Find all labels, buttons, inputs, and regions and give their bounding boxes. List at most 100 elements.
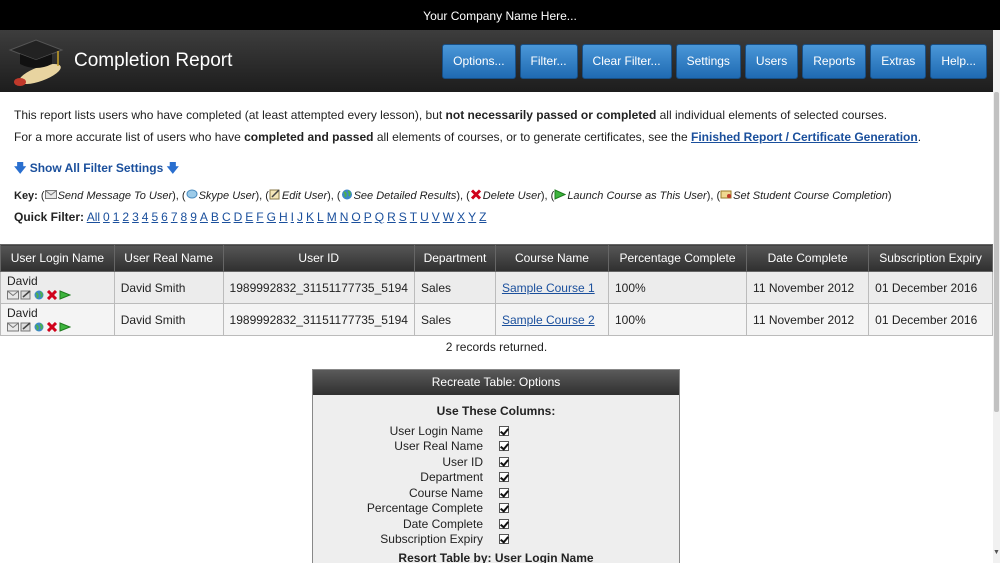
course-link[interactable]: Sample Course 1 xyxy=(502,281,595,295)
col-header-department[interactable]: Department xyxy=(413,244,496,272)
column-option-row: Department xyxy=(313,470,679,486)
quick-filter-6[interactable]: 6 xyxy=(161,210,168,224)
quick-filter-s[interactable]: S xyxy=(399,210,407,224)
quick-filter-2[interactable]: 2 xyxy=(122,210,129,224)
options-button[interactable]: Options... xyxy=(442,44,516,79)
help-button[interactable]: Help... xyxy=(930,44,987,79)
quick-filter-n[interactable]: N xyxy=(340,210,349,224)
col-header-expiry[interactable]: Subscription Expiry xyxy=(868,244,993,272)
quick-filter-k[interactable]: K xyxy=(306,210,314,224)
clear-filter-button[interactable]: Clear Filter... xyxy=(581,44,672,79)
column-option-checkbox[interactable] xyxy=(499,487,509,498)
arrow-down-icon: 🡇 xyxy=(14,161,27,175)
quick-filter-g[interactable]: G xyxy=(267,210,276,224)
column-option-row: Subscription Expiry xyxy=(313,532,679,548)
course-name-cell: Sample Course 1 xyxy=(494,271,610,304)
column-option-label: User Real Name xyxy=(394,439,483,454)
department: Sales xyxy=(413,271,496,304)
edit-icon[interactable] xyxy=(20,322,32,332)
scrollbar-thumb[interactable] xyxy=(994,92,999,412)
course-link[interactable]: Sample Course 2 xyxy=(502,313,595,327)
quick-filter-8[interactable]: 8 xyxy=(181,210,188,224)
extras-button[interactable]: Extras xyxy=(870,44,927,79)
column-option-checkbox[interactable] xyxy=(499,441,509,452)
intro-paragraph-2: For a more accurate list of users who ha… xyxy=(14,130,922,144)
scroll-down-arrow-icon[interactable]: ▼ xyxy=(993,549,1000,557)
column-option-checkbox[interactable] xyxy=(499,425,509,436)
col-header-percentage[interactable]: Percentage Complete xyxy=(607,244,748,272)
quick-filter-y[interactable]: Y xyxy=(468,210,476,224)
envelope-icon[interactable] xyxy=(7,322,19,332)
quick-filter-h[interactable]: H xyxy=(279,210,288,224)
quick-filter-9[interactable]: 9 xyxy=(190,210,197,224)
quick-filter-e[interactable]: E xyxy=(245,210,253,224)
globe-icon[interactable] xyxy=(33,322,45,332)
quick-filter-b[interactable]: B xyxy=(211,210,219,224)
col-header-user-id[interactable]: User ID xyxy=(222,244,415,272)
play-icon[interactable] xyxy=(59,322,71,333)
col-header-login[interactable]: User Login Name xyxy=(0,244,115,272)
quick-filter-1[interactable]: 1 xyxy=(113,210,120,224)
col-header-real-name[interactable]: User Real Name xyxy=(113,244,224,272)
quick-filter-m[interactable]: M xyxy=(327,210,337,224)
quick-filter-a[interactable]: A xyxy=(200,210,208,224)
column-option-checkbox[interactable] xyxy=(499,456,509,467)
filter-button[interactable]: Filter... xyxy=(519,44,578,79)
finished-report-link[interactable]: Finished Report / Certificate Generation xyxy=(691,130,918,144)
report-content: This report lists users who have complet… xyxy=(0,107,1000,224)
quick-filter-3[interactable]: 3 xyxy=(132,210,139,224)
quick-filter-w[interactable]: W xyxy=(443,210,454,224)
quick-filter-x[interactable]: X xyxy=(457,210,465,224)
users-button[interactable]: Users xyxy=(744,44,799,79)
company-banner: Your Company Name Here... xyxy=(0,0,1000,30)
envelope-icon xyxy=(44,190,57,199)
quick-filter-p[interactable]: P xyxy=(364,210,372,224)
show-filter-settings-link[interactable]: 🡇 Show All Filter Settings 🡇 xyxy=(14,159,179,180)
play-icon[interactable] xyxy=(59,290,71,301)
delete-icon[interactable] xyxy=(46,290,58,301)
options-panel-subtitle: Use These Columns: xyxy=(436,404,556,418)
reports-button[interactable]: Reports xyxy=(802,44,867,79)
quick-filter-i[interactable]: I xyxy=(291,210,294,224)
column-option-label: Subscription Expiry xyxy=(380,532,483,547)
intro-paragraph-1: This report lists users who have complet… xyxy=(14,108,888,122)
col-header-date[interactable]: Date Complete xyxy=(746,244,870,272)
quick-filter-r[interactable]: R xyxy=(387,210,396,224)
column-option-label: Percentage Complete xyxy=(366,501,483,516)
quick-filter-f[interactable]: F xyxy=(256,210,263,224)
quick-filter-d[interactable]: D xyxy=(234,210,243,224)
quick-filter-o[interactable]: O xyxy=(351,210,360,224)
column-options-list: User Login Name User Real Name User ID Depa… xyxy=(313,423,679,547)
user-id: 1989992832_31151177735_5194 xyxy=(222,271,415,304)
globe-icon[interactable] xyxy=(33,290,45,300)
page-scrollbar[interactable]: ▼ xyxy=(993,30,1000,563)
delete-icon[interactable] xyxy=(46,322,58,333)
quick-filter-l[interactable]: L xyxy=(317,210,324,224)
quick-filter-z[interactable]: Z xyxy=(479,210,486,224)
col-header-course[interactable]: Course Name xyxy=(494,244,610,272)
quick-filter-c[interactable]: C xyxy=(222,210,231,224)
settings-button[interactable]: Settings xyxy=(675,44,741,79)
envelope-icon[interactable] xyxy=(7,290,19,300)
column-option-checkbox[interactable] xyxy=(499,518,509,529)
edit-icon xyxy=(269,189,280,200)
column-option-checkbox[interactable] xyxy=(499,534,509,545)
date-complete: 11 November 2012 xyxy=(746,271,870,304)
quick-filter-v[interactable]: V xyxy=(432,210,440,224)
quick-filter-q[interactable]: Q xyxy=(375,210,384,224)
quick-filter-j[interactable]: J xyxy=(297,210,303,224)
quick-filter-u[interactable]: U xyxy=(420,210,429,224)
recreate-table-options: Recreate Table: Options Use These Column… xyxy=(312,369,680,563)
column-option-checkbox[interactable] xyxy=(499,503,509,514)
quick-filter-5[interactable]: 5 xyxy=(151,210,158,224)
column-option-checkbox[interactable] xyxy=(499,472,509,483)
percentage-complete: 100% xyxy=(607,271,748,304)
quick-filter-t[interactable]: T xyxy=(410,210,417,224)
row-action-icons xyxy=(7,289,108,301)
quick-filter-all[interactable]: All xyxy=(87,210,100,224)
percentage-complete: 100% xyxy=(607,303,748,336)
quick-filter-4[interactable]: 4 xyxy=(142,210,149,224)
quick-filter-7[interactable]: 7 xyxy=(171,210,178,224)
edit-icon[interactable] xyxy=(20,290,32,300)
quick-filter-0[interactable]: 0 xyxy=(103,210,110,224)
